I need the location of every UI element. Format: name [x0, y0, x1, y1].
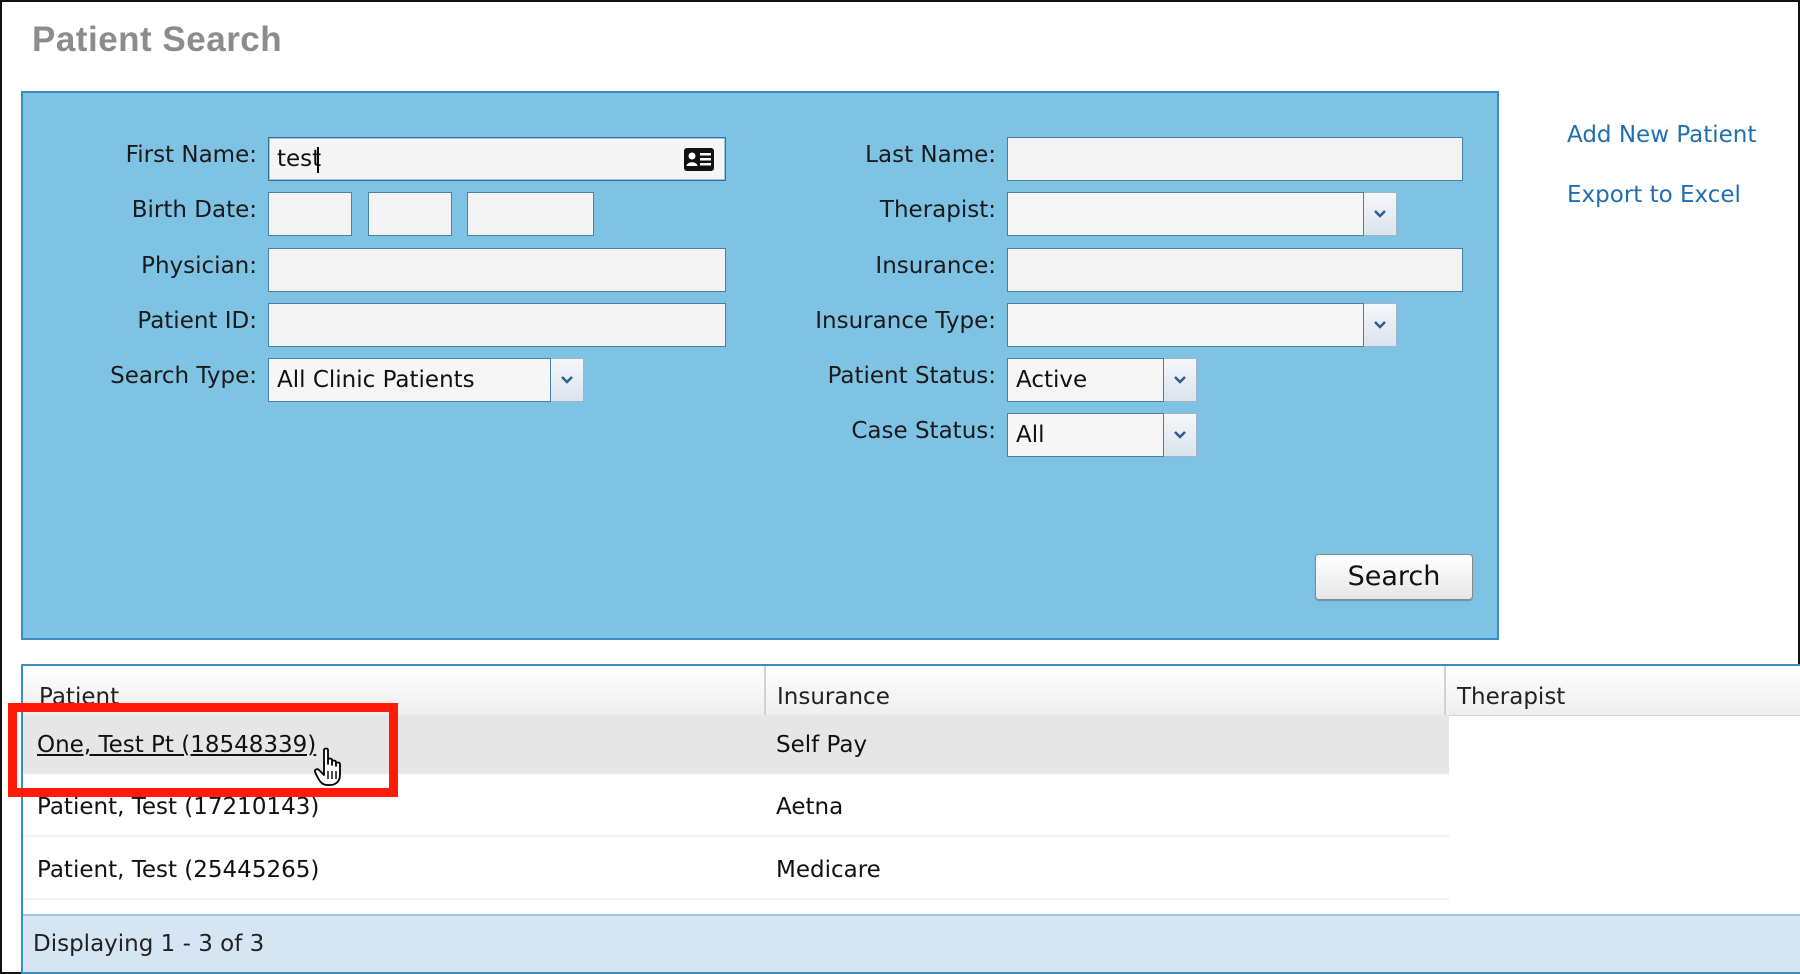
patient-status-select[interactable]: Active — [1007, 358, 1197, 402]
add-new-patient-link[interactable]: Add New Patient — [1567, 122, 1756, 148]
column-header-insurance[interactable]: Insurance — [761, 666, 1441, 715]
therapist-label: Therapist: — [879, 197, 996, 223]
chevron-down-icon[interactable] — [551, 358, 584, 402]
chevron-down-icon[interactable] — [1364, 303, 1397, 347]
insurance-type-select[interactable] — [1007, 303, 1397, 347]
table-row[interactable]: Patient, Test (25445265) Medicare — [23, 840, 1449, 900]
first-name-input[interactable]: test — [268, 137, 726, 181]
case-status-label: Case Status: — [851, 418, 996, 444]
hand-pointer-cursor-icon — [314, 747, 341, 786]
insurance-type-label: Insurance Type: — [815, 308, 996, 334]
search-type-select[interactable]: All Clinic Patients — [268, 358, 584, 402]
search-type-label: Search Type: — [110, 363, 257, 389]
chevron-down-icon[interactable] — [1364, 192, 1397, 236]
patient-status-value: Active — [1007, 358, 1164, 402]
search-button[interactable]: Search — [1315, 554, 1473, 600]
last-name-input[interactable] — [1007, 137, 1463, 181]
case-status-select[interactable]: All — [1007, 413, 1197, 457]
first-name-value: test — [277, 146, 322, 172]
search-panel: First Name: Birth Date: Physician: Patie… — [21, 91, 1499, 640]
export-to-excel-link[interactable]: Export to Excel — [1567, 182, 1741, 208]
page-title: Patient Search — [32, 20, 283, 59]
birth-date-label: Birth Date: — [131, 197, 257, 223]
patient-cell[interactable]: Patient, Test (25445265) — [37, 840, 319, 900]
insurance-input[interactable] — [1007, 248, 1463, 292]
grid-footer-status: Displaying 1 - 3 of 3 — [23, 914, 1800, 972]
birth-day-input[interactable] — [368, 192, 452, 236]
patient-id-label: Patient ID: — [137, 308, 257, 334]
insurance-type-value — [1007, 303, 1364, 347]
therapist-value — [1007, 192, 1364, 236]
case-status-value: All — [1007, 413, 1164, 457]
chevron-down-icon[interactable] — [1164, 413, 1197, 457]
physician-input[interactable] — [268, 248, 726, 292]
birth-month-input[interactable] — [268, 192, 352, 236]
patient-status-label: Patient Status: — [827, 363, 996, 389]
insurance-cell: Aetna — [776, 794, 844, 820]
insurance-cell: Medicare — [776, 857, 881, 883]
text-caret — [317, 147, 319, 173]
physician-label: Physician: — [141, 253, 257, 279]
first-name-label: First Name: — [125, 142, 257, 168]
therapist-select[interactable] — [1007, 192, 1397, 236]
patient-id-input[interactable] — [268, 303, 726, 347]
insurance-cell: Self Pay — [776, 732, 868, 758]
chevron-down-icon[interactable] — [1164, 358, 1197, 402]
column-header-therapist[interactable]: Therapist — [1441, 666, 1800, 715]
insurance-label: Insurance: — [875, 253, 996, 279]
last-name-label: Last Name: — [865, 142, 996, 168]
birth-year-input[interactable] — [467, 192, 594, 236]
search-type-value: All Clinic Patients — [268, 358, 551, 402]
